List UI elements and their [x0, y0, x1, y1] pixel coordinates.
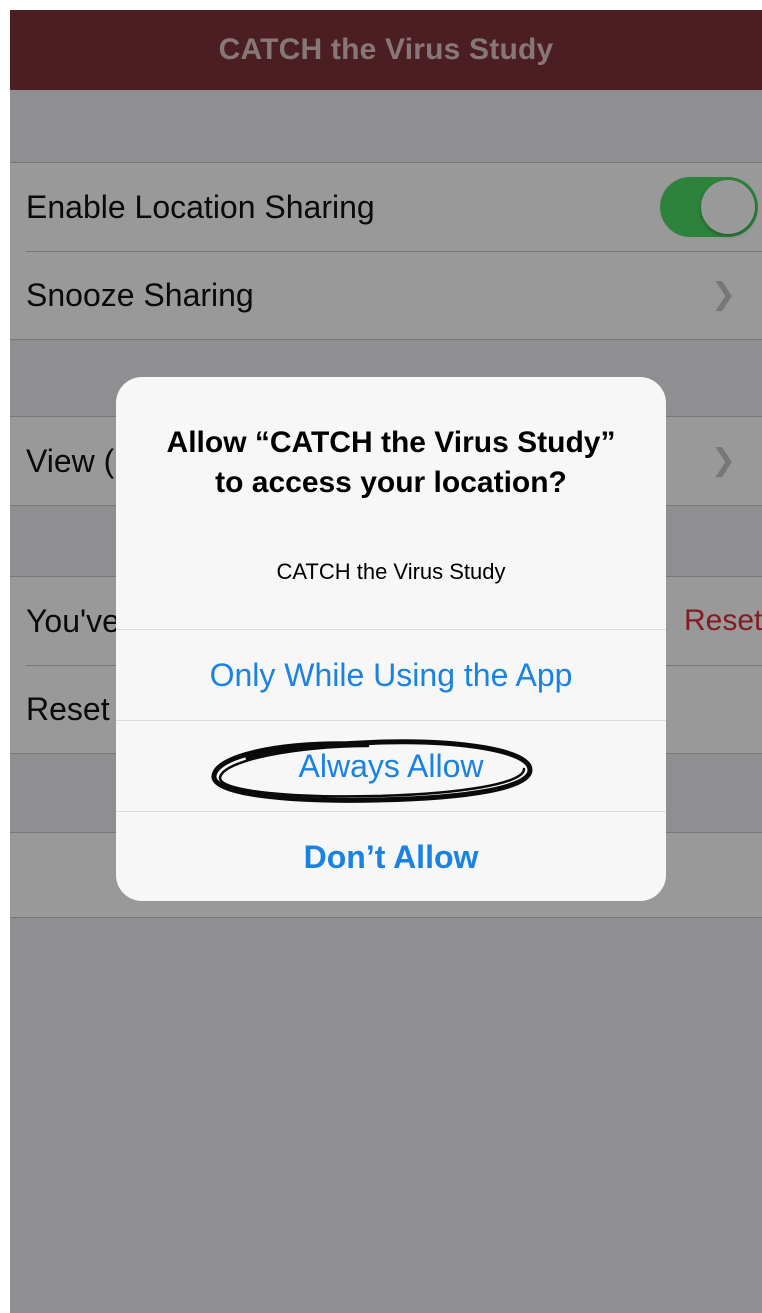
always-allow-label: Always Allow [298, 747, 484, 784]
alert-title: Allow “CATCH the Virus Study” to access … [166, 426, 616, 499]
alert-message: CATCH the Virus Study [276, 559, 506, 584]
dont-allow-button[interactable]: Don’t Allow [116, 811, 666, 901]
always-allow-button[interactable]: Always Allow [116, 720, 666, 811]
location-permission-alert: Allow “CATCH the Virus Study” to access … [116, 377, 666, 901]
app-screen: CATCH the Virus Study Enable Location Sh… [10, 10, 762, 1313]
only-while-using-button[interactable]: Only While Using the App [116, 629, 666, 720]
only-while-using-label: Only While Using the App [209, 656, 573, 693]
dont-allow-label: Don’t Allow [303, 838, 479, 875]
